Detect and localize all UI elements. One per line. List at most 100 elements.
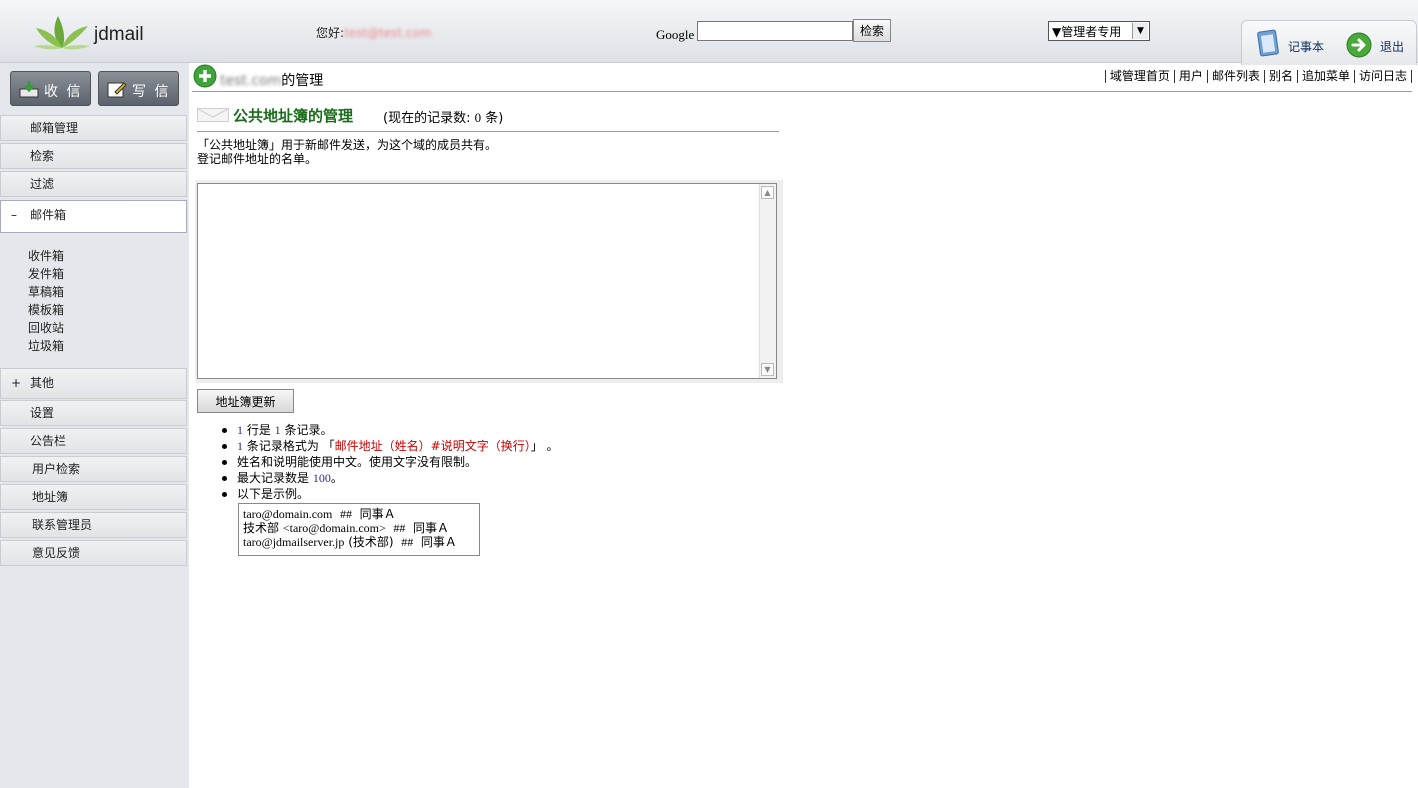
nav-link-extra-menu[interactable]: 追加菜单 <box>1296 70 1354 83</box>
sidebar-item-mailbox-management[interactable]: 邮箱管理 <box>0 115 187 141</box>
note-text: 行是 <box>246 423 271 437</box>
record-count-suffix: 条) <box>485 111 504 126</box>
top-right-tools: 记事本 退出 <box>1241 20 1417 65</box>
note-text: 。 <box>330 471 343 485</box>
receive-mail-label: 收 信 <box>44 84 83 100</box>
nav-link-access-log[interactable]: 访问日志 <box>1353 70 1412 83</box>
section-description: 「公共地址簿」用于新邮件发送，为这个域的成员共有。 登记邮件地址的名单。 <box>197 138 497 166</box>
example-box: taro@domain.com ## 同事Ａ 技术部 <taro@domain.… <box>238 503 480 556</box>
example-separator: ## <box>393 521 406 535</box>
sidebar-group-label: 邮件箱 <box>30 208 67 222</box>
example-separator: ## <box>401 535 414 549</box>
nav-link-aliases[interactable]: 别名 <box>1263 70 1297 83</box>
envelope-icon <box>197 108 229 122</box>
max-records: 100 <box>312 471 331 485</box>
section-header: 公共地址簿的管理 (现在的记录数: 0 条) <box>197 103 779 132</box>
add-plus-icon <box>193 64 217 88</box>
sidebar-item-label: 联系管理员 <box>32 518 93 532</box>
compose-mail-label: 写 信 <box>132 84 171 100</box>
sidebar-item-search[interactable]: 检索 <box>0 143 187 169</box>
section-title: 公共地址簿的管理 <box>233 107 354 125</box>
folder-sent[interactable]: 发件箱 <box>28 265 64 282</box>
notepad-icon[interactable] <box>1254 29 1282 59</box>
nav-link-domain-home[interactable]: 域管理首页 <box>1104 70 1174 83</box>
compose-mail-button[interactable]: 写 信 <box>98 71 179 106</box>
greeting-prefix: 您好: <box>316 26 345 40</box>
address-book-editor: ▲ ▼ <box>195 180 783 383</box>
note-item: 以下是示例。 <box>222 486 559 502</box>
receive-mail-button[interactable]: 收 信 <box>10 71 91 106</box>
sidebar-group-label: 其他 <box>30 376 55 390</box>
collapse-icon: – <box>11 208 17 222</box>
sidebar-item-label: 地址簿 <box>32 490 69 504</box>
sidebar-item-label: 邮箱管理 <box>30 121 79 135</box>
sidebar-item-bulletin[interactable]: 公告栏 <box>0 428 187 454</box>
note-item: 姓名和说明能使用中文。使用文字没有限制。 <box>222 454 559 470</box>
record-count: (现在的记录数: 0 条) <box>383 107 503 126</box>
page-title: test.com的管理 <box>220 70 323 90</box>
sidebar-group-other[interactable]: + 其他 <box>0 368 187 399</box>
nav-link-mailing-lists[interactable]: 邮件列表 <box>1206 70 1264 83</box>
sidebar-item-label: 公告栏 <box>30 434 67 448</box>
compose-pencil-icon <box>107 82 127 98</box>
note-text: 」 。 <box>530 439 559 453</box>
example-name: 技术部 <box>243 521 280 535</box>
greeting-user: test@test.com <box>344 26 432 40</box>
sidebar-item-contact-admin[interactable]: 联系管理员 <box>0 512 187 538</box>
folder-inbox[interactable]: 收件箱 <box>28 247 64 264</box>
record-format: 邮件地址（姓名）#说明文字（换行） <box>334 439 531 453</box>
sidebar-item-address-book[interactable]: 地址簿 <box>0 484 187 510</box>
example-note: 同事Ａ <box>420 535 457 549</box>
domain-topbar: test.com的管理 域管理首页 用户 邮件列表 别名 追加菜单 访问日志 <box>192 63 1412 92</box>
jdmail-logo[interactable]: jdmail <box>32 14 162 50</box>
example-address: <taro@domain.com> <box>282 521 386 535</box>
note-number: 1 <box>237 439 243 453</box>
folder-spam[interactable]: 垃圾箱 <box>28 337 64 354</box>
example-row: 技术部 <taro@domain.com> ## 同事Ａ <box>243 521 479 535</box>
sidebar-item-filter[interactable]: 过滤 <box>0 171 187 197</box>
domain-name: test.com <box>220 73 282 89</box>
leaf-logo-icon <box>34 16 90 50</box>
note-text: 条记录格式为 「 <box>246 439 335 453</box>
address-book-textarea[interactable] <box>197 183 777 379</box>
record-count-value: 0 <box>474 110 482 125</box>
notepad-link[interactable]: 记事本 <box>1288 38 1324 55</box>
update-address-book-button[interactable]: 地址簿更新 <box>197 389 294 413</box>
sidebar-group-mailbox[interactable]: – 邮件箱 <box>0 200 187 233</box>
sidebar-item-settings[interactable]: 设置 <box>0 400 187 426</box>
sidebar-item-label: 用户检索 <box>32 462 81 476</box>
sidebar-item-user-search[interactable]: 用户检索 <box>0 456 187 482</box>
example-note: 同事Ａ <box>359 507 396 521</box>
note-item: 1 行是 1 条记录。 <box>222 422 559 438</box>
example-note: 同事Ａ <box>413 521 450 535</box>
sidebar-item-label: 检索 <box>30 149 55 163</box>
google-search-input[interactable] <box>697 21 853 41</box>
note-number: 1 <box>237 423 243 437</box>
sidebar-item-feedback[interactable]: 意见反馈 <box>0 540 187 566</box>
help-notes: 1 行是 1 条记录。 1 条记录格式为 「邮件地址（姓名）#说明文字（换行）」… <box>222 422 559 502</box>
description-line: 登记邮件地址的名单。 <box>197 152 318 166</box>
folder-templates[interactable]: 模板箱 <box>28 301 64 318</box>
example-row: taro@domain.com ## 同事Ａ <box>243 507 479 521</box>
logo-text: jdmail <box>94 24 144 45</box>
note-item: 最大记录数是 100。 <box>222 470 559 486</box>
expand-icon: + <box>11 376 22 390</box>
admin-select-value: ▼管理者专用 <box>1052 24 1122 39</box>
logout-arrow-icon[interactable] <box>1345 31 1373 59</box>
sidebar-item-label: 意见反馈 <box>32 546 81 560</box>
note-number: 1 <box>274 423 281 437</box>
folder-recycle-bin[interactable]: 回收站 <box>28 319 64 336</box>
sidebar-item-label: 过滤 <box>30 177 55 191</box>
logout-link[interactable]: 退出 <box>1380 38 1404 55</box>
folder-drafts[interactable]: 草稿箱 <box>28 283 64 300</box>
page-title-suffix: 的管理 <box>281 73 324 89</box>
note-item: 1 条记录格式为 「邮件地址（姓名）#说明文字（换行）」 。 <box>222 438 559 454</box>
note-text: 最大记录数是 <box>237 471 310 485</box>
google-label: Google <box>656 27 695 42</box>
google-search-button[interactable]: 检索 <box>853 19 891 42</box>
nav-link-users[interactable]: 用户 <box>1173 70 1207 83</box>
sidebar: 收 信 写 信 邮箱管理 检索 过滤 – 邮件箱 收件箱 发件箱 草稿箱 模板箱… <box>0 63 189 788</box>
header-bar: jdmail 您好:test@test.com Google 检索 ▼管理者专用… <box>0 0 1418 65</box>
admin-menu-select[interactable]: ▼管理者专用 ▼ <box>1048 21 1150 41</box>
description-line: 「公共地址簿」用于新邮件发送，为这个域的成员共有。 <box>197 138 498 152</box>
